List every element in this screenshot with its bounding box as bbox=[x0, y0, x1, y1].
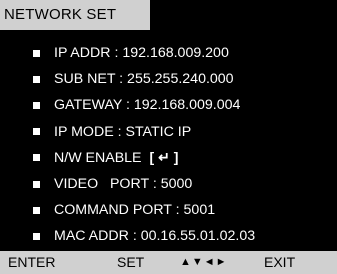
square-bullet-icon bbox=[33, 75, 40, 83]
menu-item-label: COMMAND PORT : 5001 bbox=[54, 202, 216, 219]
menu-item-label: SUB NET : 255.255.240.000 bbox=[54, 71, 234, 88]
menu-item-ip-addr[interactable]: IP ADDR : 192.168.009.200 bbox=[33, 40, 337, 66]
square-bullet-icon bbox=[33, 128, 40, 136]
menu-item-label: VIDEO PORT : 5000 bbox=[54, 176, 193, 193]
menu-item-ip-mode[interactable]: IP MODE : STATIC IP bbox=[33, 119, 337, 145]
square-bullet-icon bbox=[33, 101, 40, 109]
menu-item-video-port[interactable]: VIDEO PORT : 5000 bbox=[33, 171, 337, 197]
network-settings-menu: IP ADDR : 192.168.009.200 SUB NET : 255.… bbox=[33, 40, 337, 250]
menu-item-command-port[interactable]: COMMAND PORT : 5001 bbox=[33, 197, 337, 223]
exit-hint: EXIT bbox=[264, 254, 296, 270]
menu-item-sub-net[interactable]: SUB NET : 255.255.240.000 bbox=[33, 66, 337, 92]
menu-item-label: IP ADDR : 192.168.009.200 bbox=[54, 45, 229, 62]
arrow-keys-icon: ▲▼◄► bbox=[180, 256, 228, 268]
square-bullet-icon bbox=[33, 49, 40, 57]
square-bullet-icon bbox=[33, 180, 40, 188]
menu-item-gateway[interactable]: GATEWAY : 192.168.009.004 bbox=[33, 92, 337, 118]
page-title: NETWORK SET bbox=[0, 0, 150, 30]
menu-item-label: N/W ENABLE bbox=[54, 149, 142, 166]
menu-item-label: GATEWAY : 192.168.009.004 bbox=[54, 97, 241, 114]
menu-item-label: MAC ADDR : 00.16.55.01.02.03 bbox=[54, 228, 256, 245]
enter-hint: ENTER bbox=[8, 254, 56, 270]
set-hint: SET bbox=[117, 254, 145, 270]
square-bullet-icon bbox=[33, 206, 40, 214]
square-bullet-icon bbox=[33, 154, 40, 162]
square-bullet-icon bbox=[33, 232, 40, 240]
enter-key-icon: [ ↵ ] bbox=[149, 149, 179, 166]
menu-item-label: IP MODE : STATIC IP bbox=[54, 123, 192, 140]
key-hint-bar: ENTER SET ▲▼◄► EXIT bbox=[0, 251, 337, 274]
menu-item-nw-enable[interactable]: N/W ENABLE [ ↵ ] bbox=[33, 145, 337, 171]
menu-item-mac-addr[interactable]: MAC ADDR : 00.16.55.01.02.03 bbox=[33, 223, 337, 249]
